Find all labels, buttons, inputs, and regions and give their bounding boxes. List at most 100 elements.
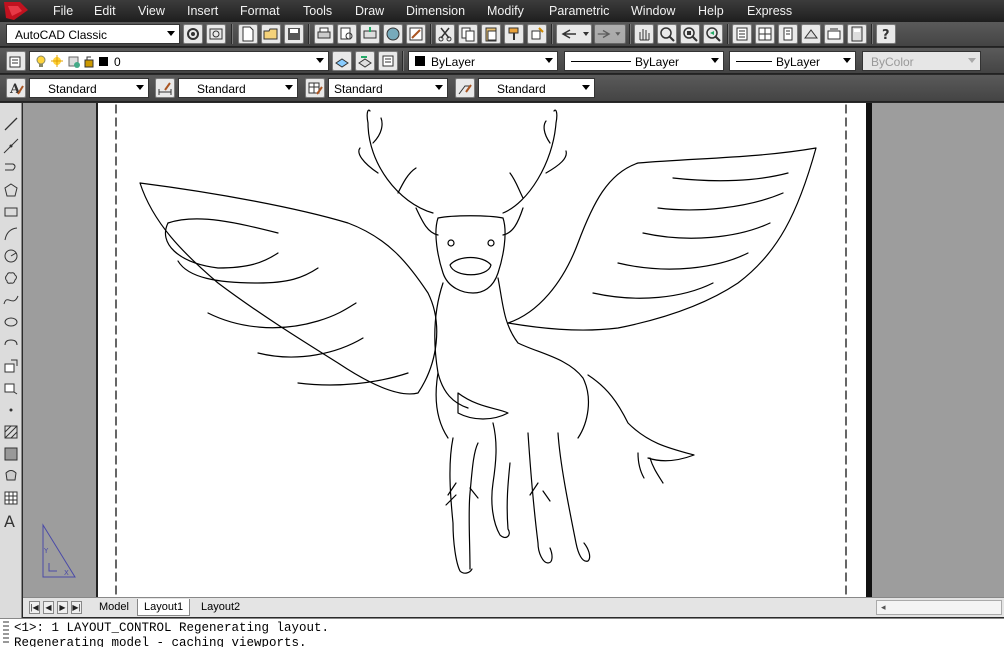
plot-preview-button[interactable] <box>337 24 357 44</box>
pan-realtime-button[interactable] <box>634 24 654 44</box>
polyline-tool[interactable] <box>2 159 20 177</box>
redo-button[interactable] <box>594 24 626 44</box>
new-button[interactable] <box>238 24 258 44</box>
quickcalc-button[interactable] <box>847 24 867 44</box>
workspace-custom-button[interactable] <box>206 24 226 44</box>
layer-dropdown[interactable]: 0 <box>29 51 329 71</box>
menu-edit[interactable]: Edit <box>94 4 116 18</box>
menu-view[interactable]: View <box>138 4 165 18</box>
undo-button[interactable] <box>556 24 592 44</box>
gradient-tool[interactable] <box>2 445 20 463</box>
plot-button[interactable] <box>314 24 334 44</box>
make-object-layer-current-button[interactable] <box>332 51 352 71</box>
workspace-settings-button[interactable] <box>183 24 203 44</box>
text-style-dropdown[interactable]: Standard <box>29 78 149 98</box>
left-wing-feather-5 <box>257 337 364 358</box>
menu-parametric[interactable]: Parametric <box>549 4 609 18</box>
text-style-icon: A <box>9 82 24 96</box>
dimension-style-dropdown[interactable]: Standard <box>178 78 298 98</box>
polygon-tool[interactable] <box>2 181 20 199</box>
table-style-dropdown[interactable]: Standard <box>328 78 448 98</box>
layer-previous-button[interactable] <box>355 51 375 71</box>
workspace-dropdown[interactable]: AutoCAD Classic <box>6 24 180 44</box>
block-editor-icon <box>531 27 544 40</box>
drawing-area[interactable]: X Y <box>23 103 1004 597</box>
ellipse-arc-tool[interactable] <box>2 335 20 353</box>
multileader-style-dropdown[interactable]: Standard <box>478 78 595 98</box>
layer-states-button[interactable] <box>378 51 398 71</box>
etransmit-button[interactable] <box>406 24 426 44</box>
copy-button[interactable] <box>458 24 478 44</box>
first-tab-button[interactable]: |◀ <box>29 601 40 614</box>
menu-express[interactable]: Express <box>747 4 792 18</box>
last-tab-button[interactable]: ▶| <box>71 601 82 614</box>
hatch-tool[interactable] <box>2 423 20 441</box>
command-line-window[interactable]: <1>: 1 LAYOUT_CONTROL Regenerating layou… <box>0 618 1004 647</box>
circle-tool[interactable] <box>2 247 20 265</box>
zoom-previous-icon <box>706 27 721 42</box>
ellipse-icon <box>4 317 18 327</box>
front-right-leg <box>491 422 511 539</box>
save-button[interactable] <box>284 24 304 44</box>
scroll-left-arrow-icon[interactable]: ◂ <box>881 602 886 613</box>
rectangle-tool[interactable] <box>2 203 20 221</box>
tab-layout1[interactable]: Layout1 <box>137 599 191 616</box>
markup-set-manager-button[interactable] <box>824 24 844 44</box>
previous-tab-button[interactable]: ◀ <box>43 601 54 614</box>
linetype-dropdown[interactable]: ByLayer <box>564 51 724 71</box>
zoom-window-button[interactable] <box>680 24 700 44</box>
menu-draw[interactable]: Draw <box>355 4 384 18</box>
menu-modify[interactable]: Modify <box>487 4 524 18</box>
styles-toolbar: A Standard Standard Standard Standard <box>0 75 1004 102</box>
menu-help[interactable]: Help <box>698 4 724 18</box>
tab-model[interactable]: Model <box>93 599 135 616</box>
layout-paper-sheet[interactable] <box>96 103 871 597</box>
horizontal-scrollbar[interactable]: ◂ <box>876 600 1002 615</box>
point-tool[interactable] <box>2 401 20 419</box>
multileader-style-button[interactable] <box>455 78 475 98</box>
block-editor-button[interactable] <box>527 24 547 44</box>
color-dropdown[interactable]: ByLayer <box>408 51 558 71</box>
application-menu-button[interactable] <box>0 0 32 22</box>
zoom-realtime-button[interactable] <box>657 24 677 44</box>
menu-insert[interactable]: Insert <box>187 4 218 18</box>
spline-tool[interactable] <box>2 291 20 309</box>
make-block-tool[interactable] <box>2 379 20 397</box>
text-style-button[interactable]: A <box>6 78 26 98</box>
help-button[interactable]: ? <box>876 24 896 44</box>
paste-button[interactable] <box>481 24 501 44</box>
sheet-set-manager-button[interactable] <box>801 24 821 44</box>
layer-properties-button[interactable] <box>6 51 26 71</box>
construction-line-tool[interactable] <box>2 137 20 155</box>
lineweight-dropdown[interactable]: ByLayer <box>729 51 856 71</box>
menu-format[interactable]: Format <box>240 4 280 18</box>
zoom-previous-button[interactable] <box>703 24 723 44</box>
cut-button[interactable] <box>435 24 455 44</box>
ellipse-tool[interactable] <box>2 313 20 331</box>
match-properties-button[interactable] <box>504 24 524 44</box>
publish-icon <box>363 27 377 39</box>
menu-window[interactable]: Window <box>631 4 675 18</box>
revision-cloud-tool[interactable] <box>2 269 20 287</box>
command-line-grip[interactable] <box>3 621 9 645</box>
table-tool[interactable] <box>2 489 20 507</box>
menu-file[interactable]: File <box>53 4 73 18</box>
insert-block-tool[interactable] <box>2 357 20 375</box>
design-center-button[interactable] <box>755 24 775 44</box>
dimension-style-button[interactable] <box>155 78 175 98</box>
tab-layout2[interactable]: Layout2 <box>195 599 246 616</box>
properties-button[interactable] <box>732 24 752 44</box>
arc-tool[interactable] <box>2 225 20 243</box>
menu-dimension[interactable]: Dimension <box>406 4 465 18</box>
tool-palettes-button[interactable] <box>778 24 798 44</box>
open-button[interactable] <box>261 24 281 44</box>
publish-button[interactable] <box>360 24 380 44</box>
line-tool[interactable] <box>2 115 20 133</box>
menu-tools[interactable]: Tools <box>303 4 332 18</box>
multiline-text-tool[interactable]: A <box>2 511 20 529</box>
next-tab-button[interactable]: ▶ <box>57 601 68 614</box>
region-tool[interactable] <box>2 467 20 485</box>
table-style-button[interactable] <box>305 78 325 98</box>
3d-dwf-button[interactable] <box>383 24 403 44</box>
arc-icon <box>4 227 18 241</box>
